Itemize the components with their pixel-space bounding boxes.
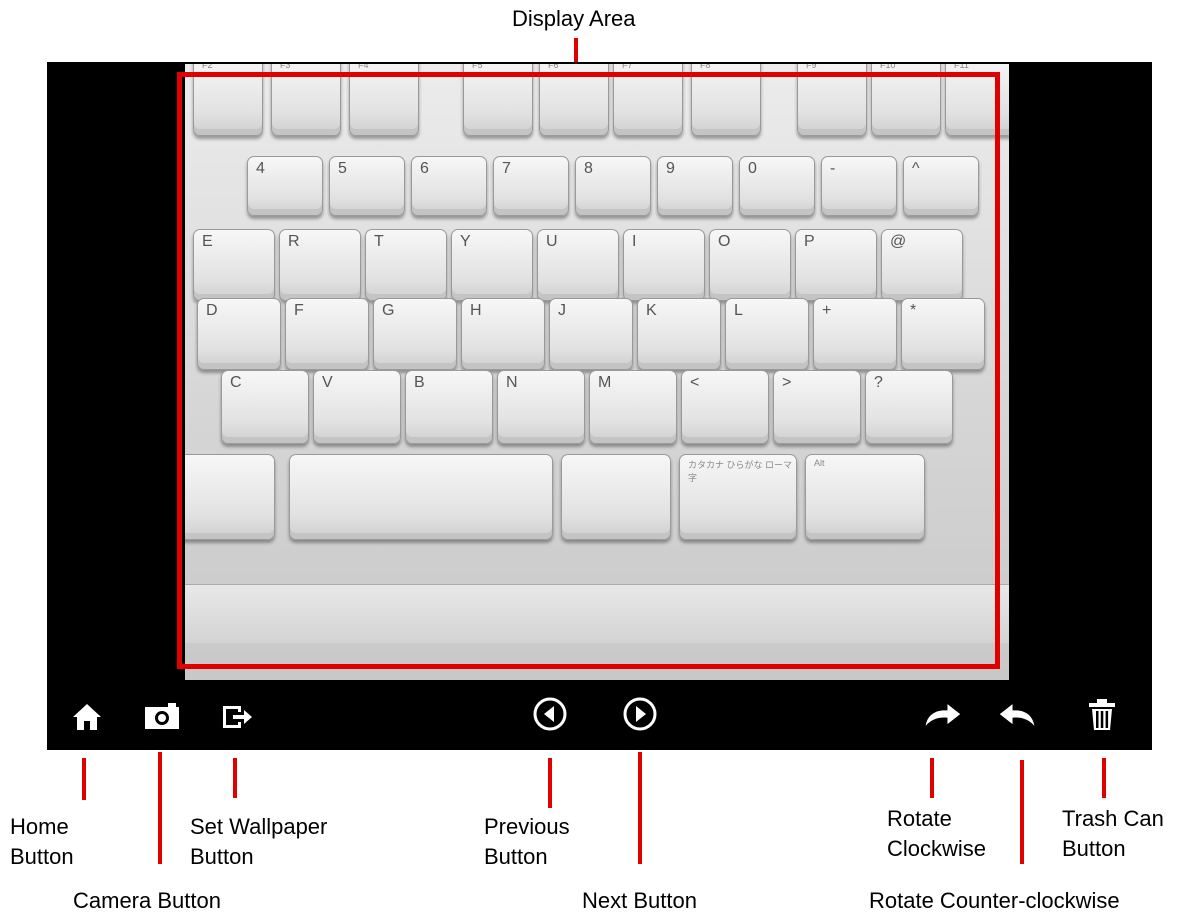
trash-can-icon (1089, 699, 1115, 730)
display-area-frame (177, 72, 1000, 669)
set-wallpaper-leader (233, 758, 237, 798)
home-button-label: Home Button (10, 814, 74, 869)
camera-icon (145, 703, 179, 729)
camera-leader (158, 752, 162, 864)
camera-button[interactable] (142, 697, 182, 737)
rotate-counter-leader (1020, 760, 1024, 864)
camera-button-label: Camera Button (73, 888, 221, 913)
rotate-counter-clockwise-button[interactable] (998, 695, 1038, 735)
previous-button-label: Previous Button (484, 814, 570, 869)
rotate-counter-clockwise-icon (999, 704, 1035, 726)
next-icon (623, 697, 657, 731)
rotate-clockwise-leader (930, 758, 934, 798)
rotate-clockwise-button[interactable] (922, 695, 962, 735)
rotate-counter-clockwise-label: Rotate Counter-clockwise (869, 888, 1120, 913)
previous-icon (533, 697, 567, 731)
set-wallpaper-button[interactable] (216, 697, 256, 737)
display-area-label: Display Area (512, 6, 636, 31)
rotate-clockwise-label: Rotate Clockwise (887, 806, 987, 861)
trash-can-button-label: Trash Can Button (1062, 806, 1164, 861)
trash-can-button[interactable] (1082, 695, 1122, 735)
rotate-clockwise-icon (925, 704, 961, 726)
set-wallpaper-icon (223, 706, 252, 728)
previous-button[interactable] (530, 694, 570, 734)
home-icon (73, 704, 101, 730)
next-button[interactable] (620, 694, 660, 734)
set-wallpaper-button-label: Set Wallpaper Button (190, 814, 328, 869)
next-button-label: Next Button (582, 888, 697, 913)
trash-can-leader (1102, 758, 1106, 798)
next-leader (638, 752, 642, 864)
previous-leader (548, 758, 552, 808)
home-button[interactable] (67, 697, 107, 737)
home-leader (82, 758, 86, 800)
